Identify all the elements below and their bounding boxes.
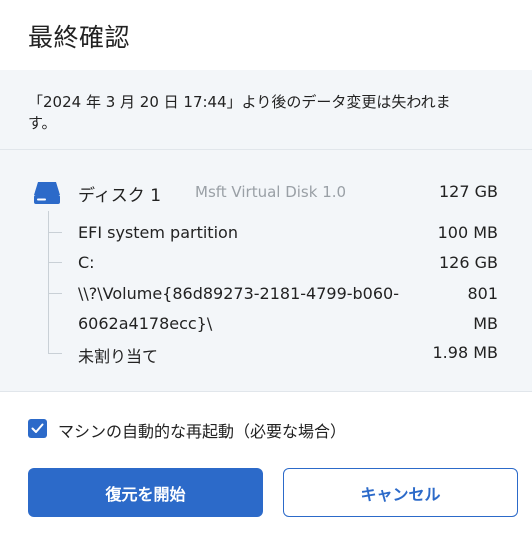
disk-size: 127 GB: [439, 182, 498, 201]
partition-size-line2: MB: [473, 314, 498, 333]
warning-text-line1: 「2024 年 3 月 20 日 17:44」より後のデータ変更は失われま: [28, 93, 451, 111]
warning-text: 「2024 年 3 月 20 日 17:44」より後のデータ変更は失われま す。: [28, 92, 518, 134]
cancel-button[interactable]: キャンセル: [283, 468, 518, 517]
disk-name: ディスク 1: [78, 186, 162, 206]
partition-name-line1: \\?\Volume{86d89273-2181-4799-b060-: [78, 284, 399, 303]
partition-name: EFI system partition: [78, 223, 238, 242]
warning-panel: 「2024 年 3 月 20 日 17:44」より後のデータ変更は失われま す。: [0, 70, 532, 150]
partition-name: C:: [78, 253, 95, 272]
start-restore-button[interactable]: 復元を開始: [28, 468, 263, 517]
auto-restart-label[interactable]: マシンの自動的な再起動（必要な場合）: [58, 418, 346, 442]
disk-model: Msft Virtual Disk 1.0: [195, 183, 347, 201]
partition-size: 100 MB: [437, 223, 498, 242]
partition-name-line2: 6062a4178ecc}\: [78, 314, 213, 333]
partition-size-line1: 801: [467, 284, 498, 303]
partition-size: 126 GB: [439, 253, 498, 272]
tree-connector-branch: [48, 262, 62, 263]
partition-name: 未割り当て: [78, 347, 159, 366]
checkmark-icon: [31, 423, 44, 433]
hard-drive-icon: [32, 178, 62, 208]
warning-text-line2: す。: [28, 114, 57, 132]
tree-connector-branch: [48, 232, 62, 233]
tree-connector-branch: [48, 353, 62, 354]
tree-connector-branch: [48, 293, 62, 294]
auto-restart-checkbox[interactable]: [28, 419, 47, 438]
final-confirmation-dialog: 最終確認 「2024 年 3 月 20 日 17:44」より後のデータ変更は失わ…: [0, 0, 532, 543]
dialog-title: 最終確認: [28, 23, 131, 52]
partition-size: 1.98 MB: [432, 343, 499, 362]
